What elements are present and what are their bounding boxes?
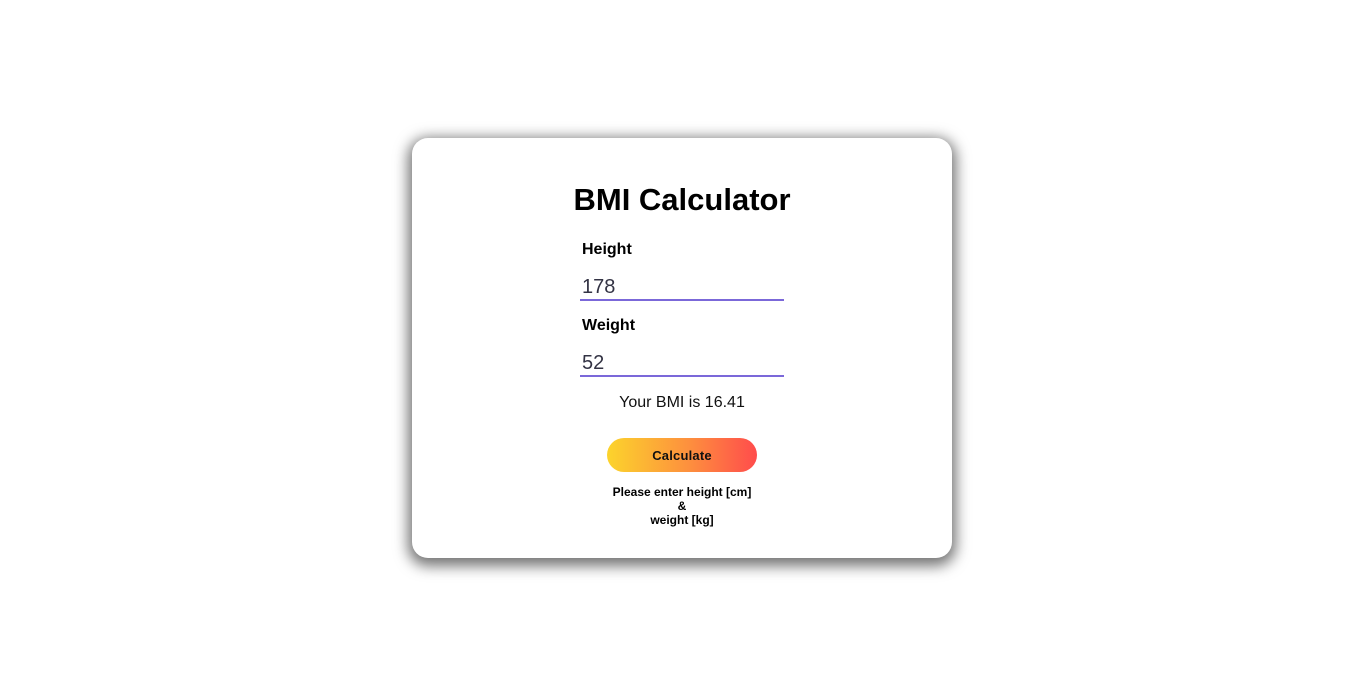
hint-line-2: & <box>677 499 687 513</box>
bmi-card: BMI Calculator Height Weight Your BMI is… <box>412 138 952 558</box>
hint-line-1: Please enter height [cm] <box>612 485 752 499</box>
calculate-button[interactable]: Calculate <box>607 438 757 472</box>
bmi-result: Your BMI is 16.41 <box>619 394 745 411</box>
hint-line-3: weight [kg] <box>650 513 714 527</box>
page-title: BMI Calculator <box>573 182 791 217</box>
height-label: Height <box>582 241 632 258</box>
height-input[interactable] <box>580 275 784 301</box>
weight-input[interactable] <box>580 351 784 377</box>
weight-label: Weight <box>582 317 636 334</box>
instruction-hint: Please enter height [cm] & weight [kg] <box>412 485 952 527</box>
